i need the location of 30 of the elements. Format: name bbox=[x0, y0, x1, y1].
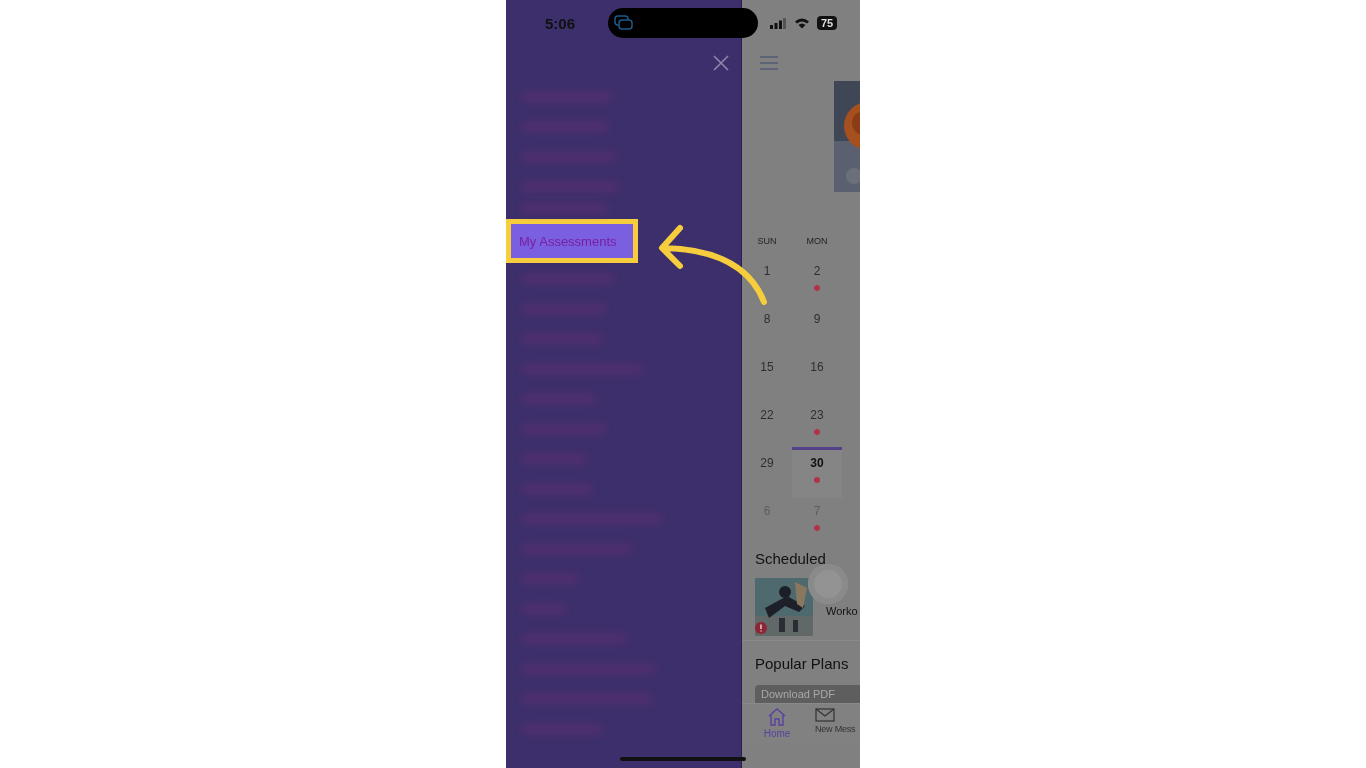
calendar-day[interactable]: 29 bbox=[742, 450, 792, 498]
calendar-day[interactable]: 8 bbox=[742, 306, 792, 354]
calendar-day[interactable]: 15 bbox=[742, 354, 792, 402]
selection-underline bbox=[792, 447, 842, 450]
home-icon bbox=[767, 708, 787, 726]
clock-time: 5:06 bbox=[545, 14, 577, 32]
tab[interactable]: Home bbox=[742, 704, 812, 746]
calendar-day[interactable]: 9 bbox=[792, 306, 842, 354]
menu-icon[interactable] bbox=[760, 56, 778, 70]
weekday-label: SUN bbox=[756, 236, 778, 248]
workout-title: Worko bbox=[826, 605, 858, 617]
battery-level: 75 bbox=[817, 16, 838, 30]
touch-indicator bbox=[808, 564, 848, 604]
calendar-day[interactable]: 22 bbox=[742, 402, 792, 450]
menu-item[interactable]: My Assessments bbox=[511, 224, 633, 258]
section-title: Scheduled bbox=[755, 550, 827, 569]
overlapping-windows-icon bbox=[614, 15, 634, 31]
signal-icon bbox=[770, 17, 786, 29]
plan-card[interactable]: Download PDF bbox=[755, 685, 860, 703]
calendar-day[interactable]: 2 bbox=[792, 258, 842, 306]
calendar-day[interactable]: 30 bbox=[792, 450, 842, 498]
close-icon[interactable] bbox=[713, 55, 729, 71]
calendar-day[interactable]: 1 bbox=[742, 258, 792, 306]
calendar-day[interactable]: 23 bbox=[792, 402, 842, 450]
section-title: Popular Plans bbox=[755, 655, 850, 674]
wifi-icon bbox=[794, 17, 810, 29]
tab[interactable]: New Mess bbox=[812, 704, 860, 746]
weekday-label: MON bbox=[805, 236, 829, 248]
calendar-day[interactable]: 16 bbox=[792, 354, 842, 402]
envelope-icon bbox=[815, 708, 835, 722]
